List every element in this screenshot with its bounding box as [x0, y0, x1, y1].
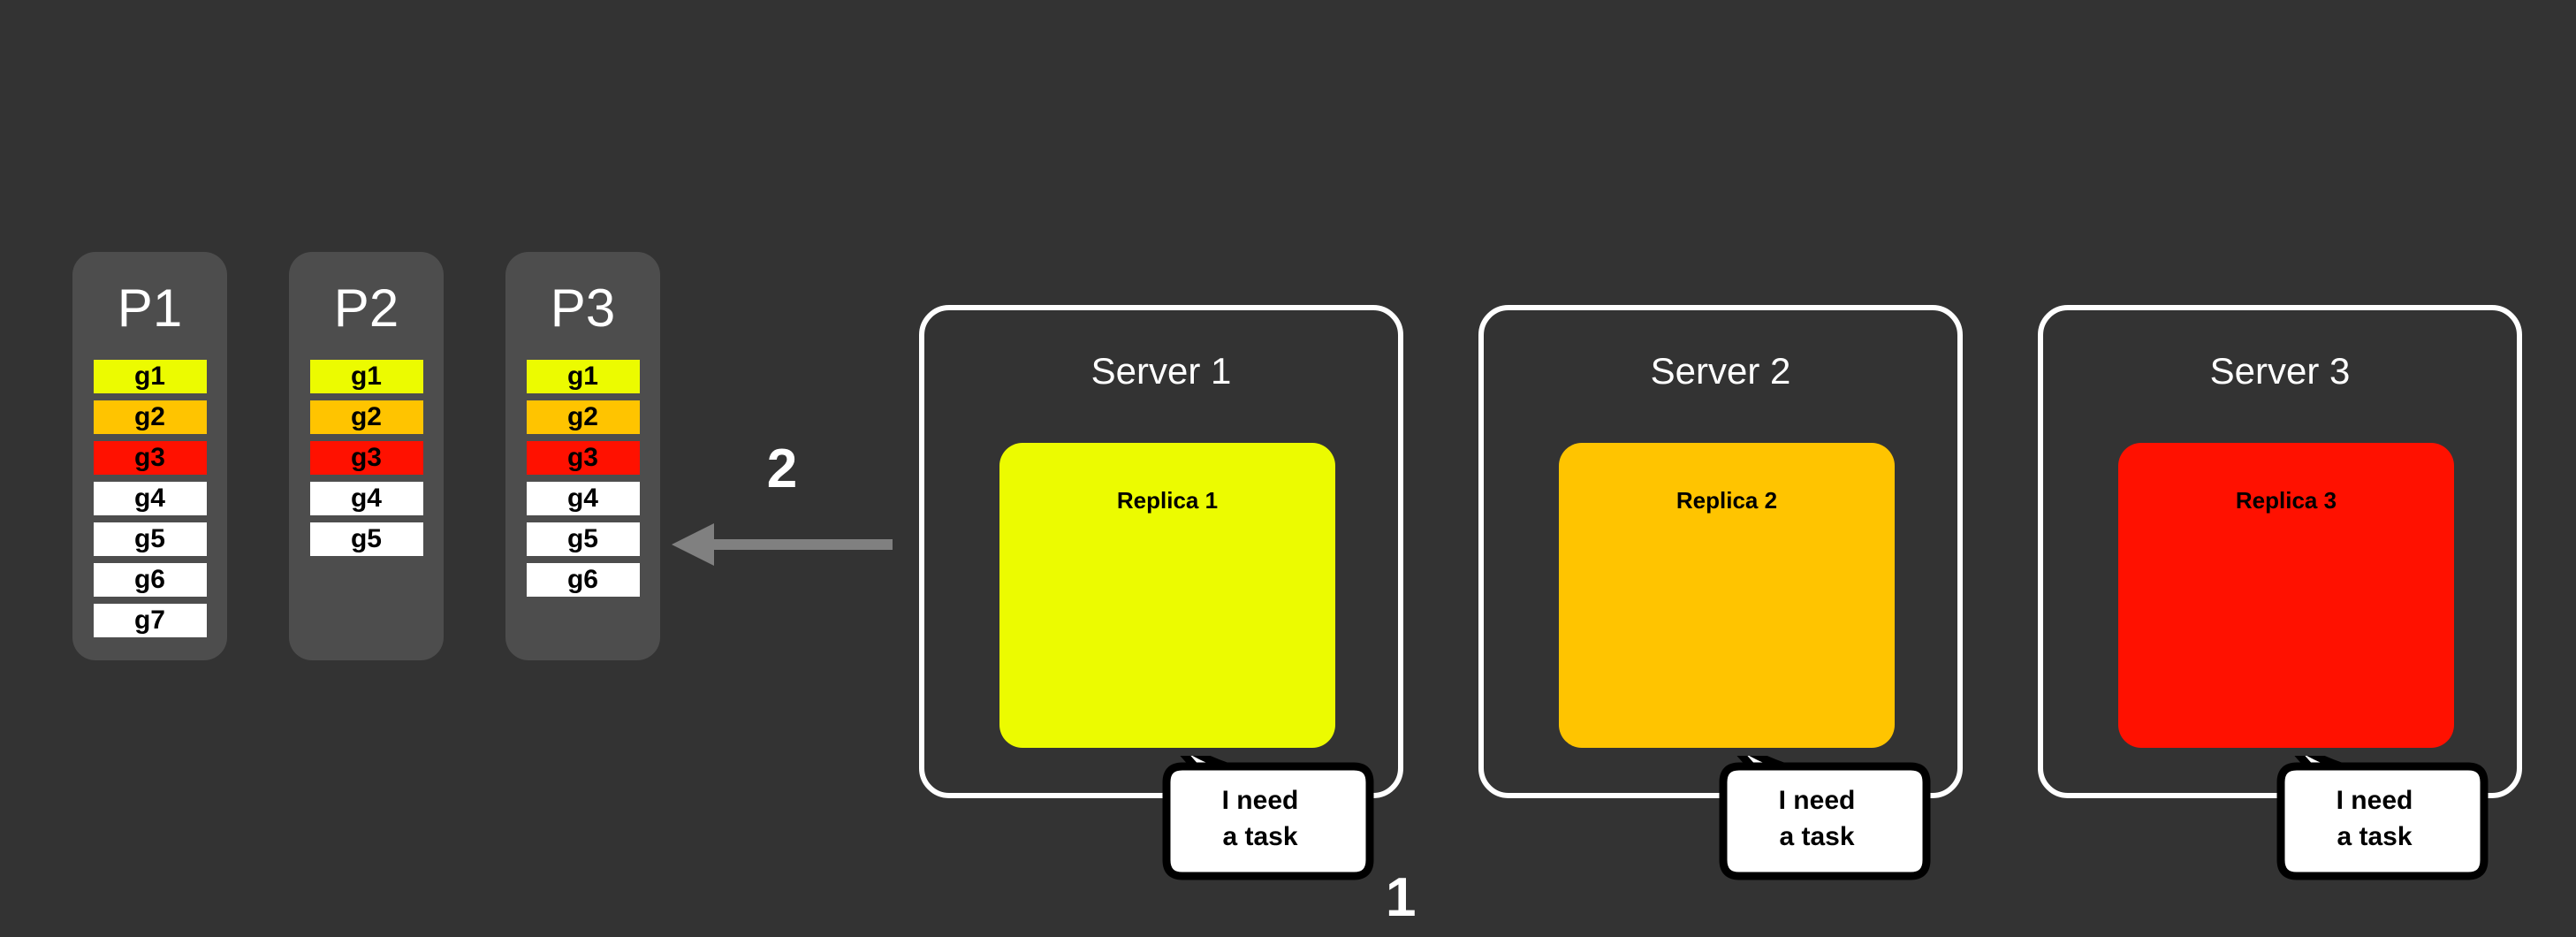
speech-bubble-icon — [2276, 756, 2489, 880]
speech-bubble-icon — [1719, 756, 1931, 880]
task-tile: g5 — [309, 522, 423, 556]
server-title: Server 3 — [2209, 350, 2351, 392]
task-tile: g1 — [309, 360, 423, 393]
left-arrow-icon — [672, 523, 893, 566]
task-tile: g1 — [526, 360, 640, 393]
step-1-label: 1 — [1386, 867, 1417, 928]
replica-label: Replica 2 — [1676, 487, 1778, 514]
partition-group: P1 g1 g2 g3 g4 g5 g6 g7 P2 g1 g2 g3 g4 g… — [72, 252, 660, 660]
task-tile: g2 — [526, 400, 640, 434]
replica-2-box: Replica 2 — [1559, 443, 1895, 748]
replica-label: Replica 3 — [2235, 487, 2337, 514]
partition-title: P1 — [117, 278, 183, 338]
speech-bubble-icon — [1162, 756, 1374, 880]
partition-p3: P3 g1 g2 g3 g4 g5 g6 — [505, 252, 660, 660]
replica-label: Replica 1 — [1116, 487, 1219, 514]
server-3: Server 3 Replica 3 — [2038, 305, 2522, 798]
speech-bubble-server-2: I need a task — [1698, 756, 1935, 887]
task-tile: g2 — [93, 400, 207, 434]
task-tile: g4 — [309, 482, 423, 515]
task-tile: g1 — [93, 360, 207, 393]
task-tile: g2 — [309, 400, 423, 434]
task-tile: g3 — [309, 441, 423, 475]
task-tile: g6 — [526, 563, 640, 597]
partition-p2: P2 g1 g2 g3 g4 g5 — [289, 252, 444, 660]
replica-3-box: Replica 3 — [2118, 443, 2454, 748]
speech-bubble-server-1: I need a task — [1142, 756, 1379, 887]
task-tile: g6 — [93, 563, 207, 597]
task-tile: g3 — [93, 441, 207, 475]
server-title: Server 1 — [1090, 350, 1232, 392]
partition-p1: P1 g1 g2 g3 g4 g5 g6 g7 — [72, 252, 227, 660]
task-tile: g5 — [93, 522, 207, 556]
step-2-arrow-group: 2 — [672, 442, 893, 575]
server-group: Server 1 Replica 1 Server 2 Replica 2 Se… — [919, 305, 2522, 798]
speech-bubble-server-3: I need a task — [2256, 756, 2493, 887]
task-tile-stack: g1 g2 g3 g4 g5 g6 g7 — [93, 360, 207, 637]
task-tile: g7 — [93, 604, 207, 637]
task-tile-stack: g1 g2 g3 g4 g5 g6 — [526, 360, 640, 597]
server-title: Server 2 — [1650, 350, 1791, 392]
task-tile: g5 — [526, 522, 640, 556]
task-tile: g3 — [526, 441, 640, 475]
step-2-label: 2 — [766, 438, 798, 499]
task-tile: g4 — [526, 482, 640, 515]
server-1: Server 1 Replica 1 — [919, 305, 1403, 798]
task-tile: g4 — [93, 482, 207, 515]
partition-title: P2 — [333, 278, 399, 338]
replica-1-box: Replica 1 — [999, 443, 1335, 748]
partition-title: P3 — [550, 278, 616, 338]
task-tile-stack: g1 g2 g3 g4 g5 — [309, 360, 423, 556]
server-2: Server 2 Replica 2 — [1478, 305, 1963, 798]
